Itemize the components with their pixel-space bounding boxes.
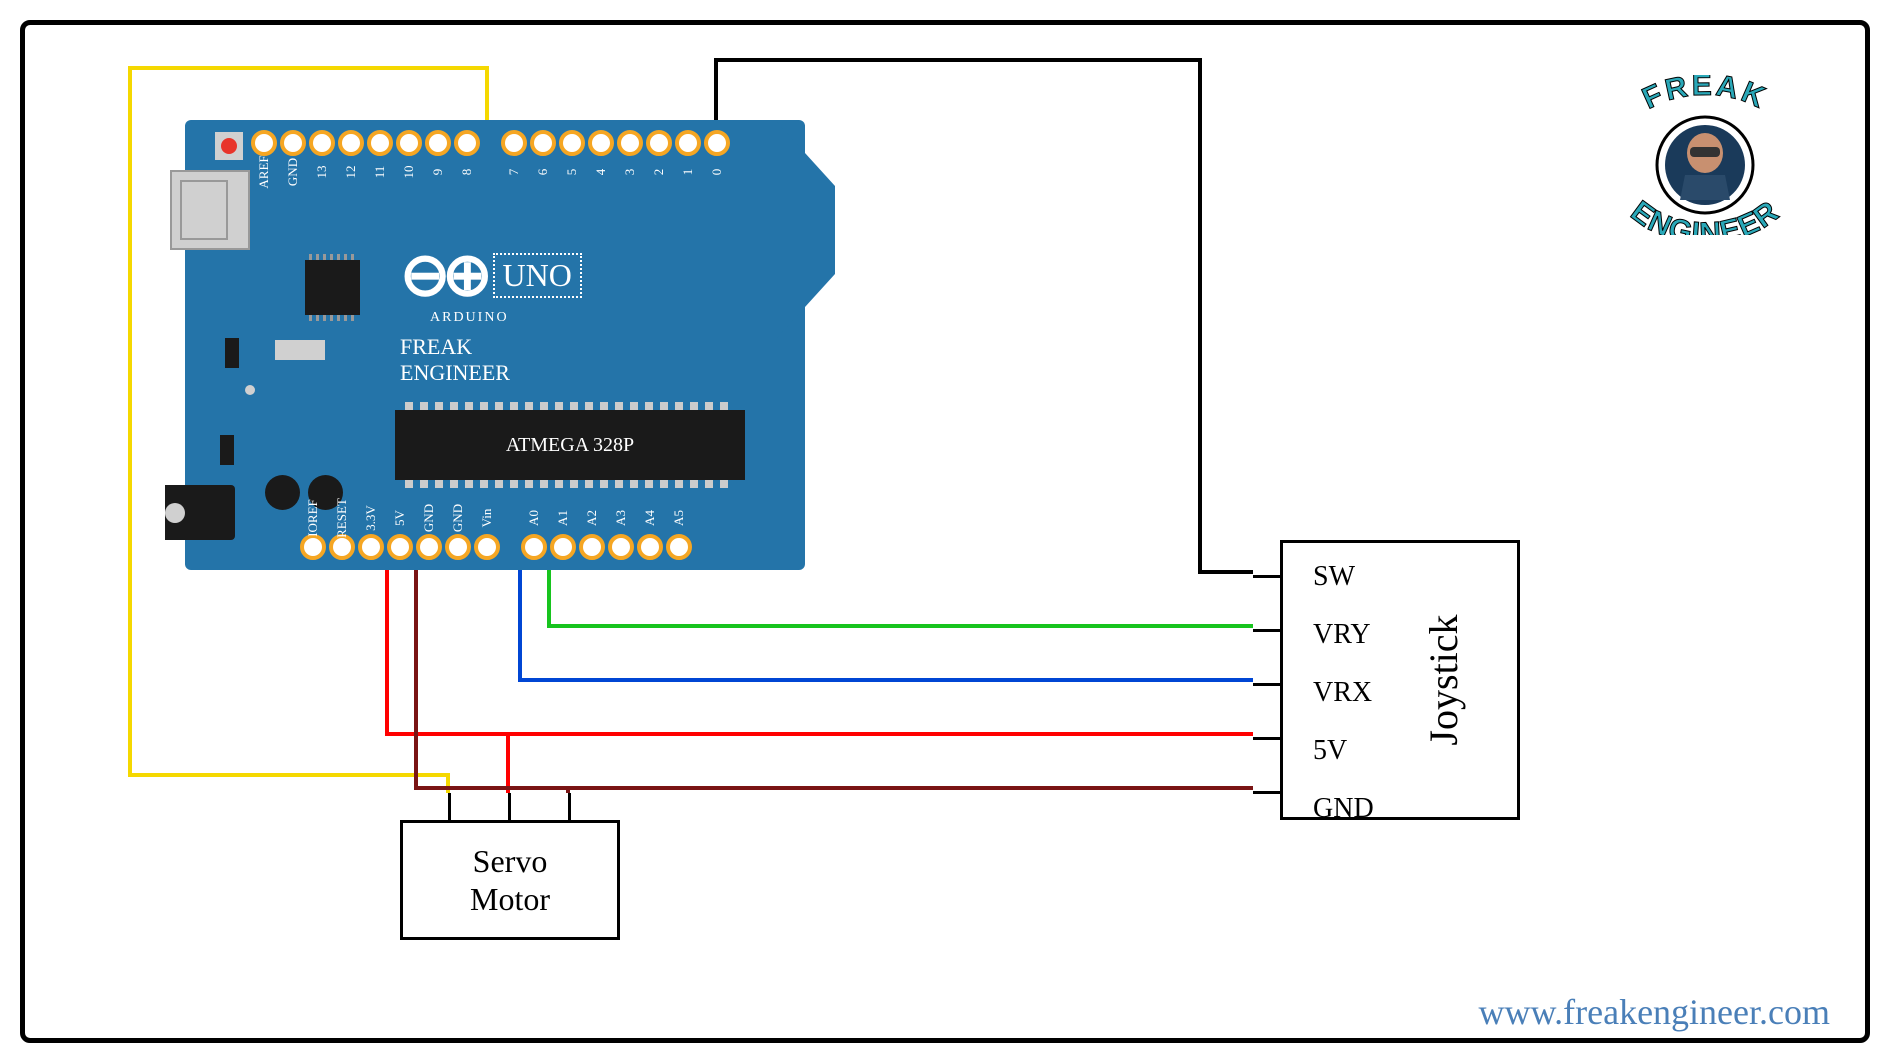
joystick-pin-vry: VRY [1313,619,1374,651]
website-url: www.freakengineer.com [1478,991,1830,1033]
power-jack [165,485,235,540]
top-pin-row: AREF GND 13 12 11 10 9 8 7 6 5 4 3 2 1 0 [210,130,730,156]
pin-3v3: 3.3V [358,534,384,560]
arduino-logo-area: ⊖⊕ UNO ARDUINO FREAK ENGINEER [400,240,582,387]
pin-a4: A4 [637,534,663,560]
atmega-chip: ATMEGA 328P [395,410,745,480]
pin-d3: 3 [617,130,643,156]
ioref-dot [245,385,255,395]
arduino-board: ATMEGA 328P ⊖⊕ UNO ARDUINO FREAK ENGINEE… [185,120,805,570]
pin-d2: 2 [646,130,672,156]
joystick-pin-sw: SW [1313,561,1374,593]
pin-d10: 10 [396,130,422,156]
pin-gnd-top: GND [280,130,306,156]
pin-a0: A0 [521,534,547,560]
servo-label: ServoMotor [470,842,550,919]
pin-vin: Vin [474,534,500,560]
svg-text:FREAK: FREAK [1637,75,1772,116]
pin-d4: 4 [588,130,614,156]
pin-d7: 7 [501,130,527,156]
joystick-pin-labels: SW VRY VRX 5V GND [1313,561,1374,825]
pin-gnd-2: GND [445,534,471,560]
pin-a5: A5 [666,534,692,560]
pin-d12: 12 [338,130,364,156]
joystick-pin-gnd: GND [1313,793,1374,825]
joystick-lead-5v [1253,737,1283,740]
freak-engineer-logo: FREAK ENGINEER [1590,75,1820,235]
joystick-lead-vrx [1253,683,1283,686]
arduino-label: ARDUINO [430,310,582,326]
capacitors [265,475,343,510]
pin-d13: 13 [309,130,335,156]
component-2 [220,435,234,465]
pin-5v: 5V [387,534,413,560]
pin-d6: 6 [530,130,556,156]
joystick-module: SW VRY VRX 5V GND Joystick [1280,540,1520,820]
pin-reset: RESET [329,534,355,560]
pin-ioref: IOREF [300,534,326,560]
joystick-lead-gnd [1253,791,1283,794]
capacitor-1 [265,475,300,510]
servo-lead-1 [448,793,451,823]
joystick-lead-sw [1253,575,1283,578]
servo-lead-3 [568,793,571,823]
small-chip [305,260,360,315]
pin-d0: 0 [704,130,730,156]
pin-d11: 11 [367,130,393,156]
pin-a1: A1 [550,534,576,560]
pin-gnd-1: GND [416,534,442,560]
joystick-title: Joystick [1420,614,1467,745]
pin-d8: 8 [454,130,480,156]
component-rect [275,340,325,360]
component-1 [225,338,239,368]
pin-d9: 9 [425,130,451,156]
pin-a3: A3 [608,534,634,560]
pin-a2: A2 [579,534,605,560]
brand-text: FREAK ENGINEER [400,334,582,387]
servo-lead-2 [508,793,511,823]
pin-d1: 1 [675,130,701,156]
servo-motor: ServoMotor [400,820,620,940]
infinity-logo: ⊖⊕ [400,240,485,310]
bottom-pin-row: IOREF RESET 3.3V 5V GND GND Vin A0 A1 A2… [300,534,692,560]
uno-label: UNO [493,253,582,298]
pin-d5: 5 [559,130,585,156]
joystick-pin-5v: 5V [1313,735,1374,767]
usb-port [170,170,250,250]
joystick-pin-vrx: VRX [1313,677,1374,709]
pin-aref: AREF [251,130,277,156]
joystick-lead-vry [1253,629,1283,632]
